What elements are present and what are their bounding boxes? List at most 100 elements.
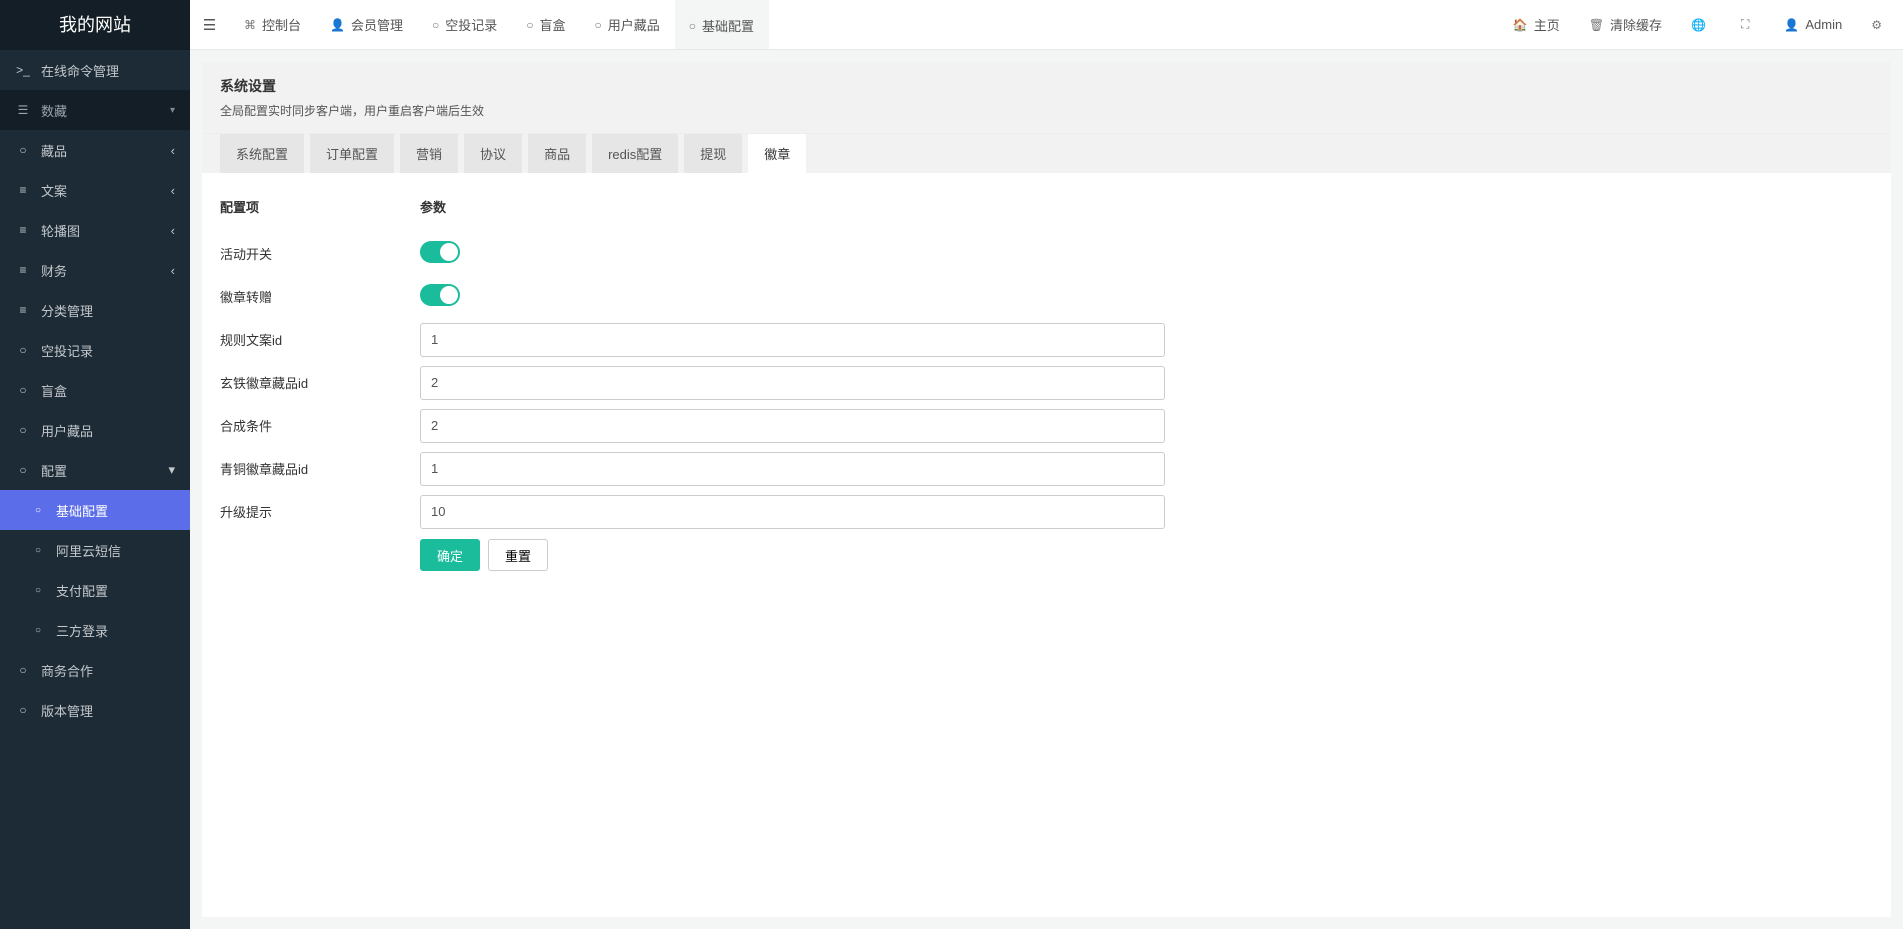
panel-title: 系统设置 (220, 76, 1873, 96)
sidebar-item-category[interactable]: ≡分类管理 (0, 290, 190, 330)
submit-button[interactable]: 确定 (420, 539, 480, 571)
circle-icon: ○ (15, 463, 31, 477)
terminal-icon: >_ (15, 63, 31, 77)
sidebar-item-label: 空投记录 (41, 341, 93, 360)
list-icon: ☰ (15, 103, 31, 117)
synthesis-input[interactable] (420, 409, 1165, 443)
list-icon: ≡ (15, 223, 31, 237)
sidebar-item-label: 文案 (41, 181, 67, 200)
sidebar: 我的网站 >_ 在线命令管理 ☰ 数藏 ▾ ○藏品 ‹ ≡文案 (0, 0, 190, 929)
home-button[interactable]: 🏠 主页 (1499, 0, 1575, 49)
sidebar-item-blindbox[interactable]: ○盲盒 (0, 370, 190, 410)
circle-icon: ○ (15, 143, 31, 157)
tab-goods[interactable]: 商品 (528, 134, 586, 173)
fullscreen-button[interactable]: ⛶ (1727, 0, 1770, 49)
tab-blindbox[interactable]: ○ 盲盒 (512, 0, 580, 49)
xuantie-id-input[interactable] (420, 366, 1165, 400)
row-rule-id: 规则文案id (220, 322, 1873, 357)
lang-button[interactable]: 🌐 (1677, 0, 1727, 49)
sidebar-item-biz[interactable]: ○商务合作 (0, 650, 190, 690)
sidebar-item-baseconfig[interactable]: ○ 基础配置 (0, 490, 190, 530)
sidebar-item-payconfig[interactable]: ○ 支付配置 (0, 570, 190, 610)
upgrade-tip-input[interactable] (420, 495, 1165, 529)
sidebar-item-label: 三方登录 (56, 621, 108, 640)
config-tabs: 系统配置 订单配置 营销 协议 商品 redis配置 提现 徽章 (202, 134, 1891, 173)
tab-member[interactable]: 👤 会员管理 (316, 0, 418, 49)
tab-protocol[interactable]: 协议 (464, 134, 522, 173)
sidebar-item-copy[interactable]: ≡ 文案 ‹ (0, 170, 190, 210)
gear-icon: ⚙ (1871, 18, 1882, 32)
topbar-user-label: Admin (1805, 17, 1842, 32)
sidebar-item-thirdlogin[interactable]: ○ 三方登录 (0, 610, 190, 650)
form-label: 玄铁徽章藏品id (220, 365, 420, 400)
circle-icon: ○ (15, 383, 31, 397)
sidebar-item-label: 在线命令管理 (41, 61, 119, 80)
form-label: 合成条件 (220, 408, 420, 443)
form-label: 升级提示 (220, 494, 420, 529)
list-icon: ≡ (15, 183, 31, 197)
reset-button[interactable]: 重置 (488, 539, 548, 571)
sidebar-item-label: 藏品 (41, 141, 67, 160)
globe-icon: 🌐 (1691, 18, 1706, 32)
chevron-left-icon: ‹ (171, 263, 175, 278)
list-icon: ≡ (15, 303, 31, 317)
tab-console[interactable]: ⌘ 控制台 (230, 0, 316, 49)
sidebar-item-version[interactable]: ○版本管理 (0, 690, 190, 730)
sidebar-item-config[interactable]: ○配置 ▾ (0, 450, 190, 490)
sidebar-item-label: 财务 (41, 261, 67, 280)
tab-marketing[interactable]: 营销 (400, 134, 458, 173)
tab-order[interactable]: 订单配置 (310, 134, 394, 173)
topbar-tab-label: 用户藏品 (608, 15, 660, 34)
tab-system[interactable]: 系统配置 (220, 134, 304, 173)
topbar-action-label: 清除缓存 (1610, 15, 1662, 34)
expand-icon: ⛶ (1741, 17, 1749, 32)
chevron-left-icon: ‹ (171, 183, 175, 198)
tab-badge[interactable]: 徽章 (748, 134, 806, 173)
chevron-down-icon: ▾ (168, 462, 175, 478)
tab-baseconfig[interactable]: ○ 基础配置 (675, 0, 769, 49)
sidebar-item-finance[interactable]: ≡财务 ‹ (0, 250, 190, 290)
home-icon: 🏠 (1513, 18, 1528, 32)
sidebar-item-carousel[interactable]: ≡轮播图 ‹ (0, 210, 190, 250)
circle-icon: ○ (15, 343, 31, 357)
nav: >_ 在线命令管理 ☰ 数藏 ▾ ○藏品 ‹ ≡文案 ‹ ≡轮播图 (0, 50, 190, 929)
chevron-left-icon: ‹ (171, 143, 175, 158)
clear-cache-button[interactable]: 🗑 清除缓存 (1575, 0, 1677, 49)
main: ☰ ⌘ 控制台 👤 会员管理 ○ 空投记录 ○ 盲盒 (190, 0, 1903, 929)
badge-transfer-switch[interactable] (420, 284, 460, 306)
sidebar-item-cmd[interactable]: >_ 在线命令管理 (0, 50, 190, 90)
settings-button[interactable]: ⚙ (1857, 0, 1903, 49)
form-header: 配置项 参数 (220, 189, 1873, 224)
sidebar-item-label: 阿里云短信 (56, 541, 121, 560)
sidebar-group-data[interactable]: ☰ 数藏 ▾ (0, 90, 190, 130)
row-badge-transfer: 徽章转赠 (220, 279, 1873, 314)
user-icon: 👤 (1784, 18, 1799, 32)
menu-toggle-button[interactable]: ☰ (190, 0, 230, 49)
qingtong-id-input[interactable] (420, 452, 1165, 486)
user-menu[interactable]: 👤 Admin (1770, 0, 1857, 49)
sidebar-item-label: 基础配置 (56, 501, 108, 520)
row-activity-switch: 活动开关 (220, 236, 1873, 271)
sidebar-item-label: 数藏 (41, 101, 67, 120)
dashboard-icon: ⌘ (244, 18, 256, 32)
row-xuantie-id: 玄铁徽章藏品id (220, 365, 1873, 400)
rule-id-input[interactable] (420, 323, 1165, 357)
tab-withdraw[interactable]: 提现 (684, 134, 742, 173)
tab-airdrop[interactable]: ○ 空投记录 (418, 0, 512, 49)
chevron-left-icon: ‹ (171, 223, 175, 238)
topbar-tab-label: 空投记录 (445, 15, 497, 34)
sidebar-item-usercollection[interactable]: ○用户藏品 (0, 410, 190, 450)
circle-icon: ○ (595, 18, 602, 32)
activity-switch[interactable] (420, 241, 460, 263)
sidebar-item-collection[interactable]: ○ 藏品 ‹ (0, 130, 190, 170)
circle-icon: ○ (30, 625, 46, 636)
circle-icon: ○ (432, 18, 439, 32)
sidebar-item-alisms[interactable]: ○ 阿里云短信 (0, 530, 190, 570)
bars-icon: ☰ (203, 16, 216, 34)
content-panel: 系统设置 全局配置实时同步客户端，用户重启客户端后生效 系统配置 订单配置 营销… (202, 62, 1891, 917)
form-label: 青铜徽章藏品id (220, 451, 420, 486)
tab-redis[interactable]: redis配置 (592, 134, 678, 173)
topbar-tab-label: 会员管理 (351, 15, 403, 34)
tab-usercollection[interactable]: ○ 用户藏品 (581, 0, 675, 49)
sidebar-item-airdrop[interactable]: ○ 空投记录 (0, 330, 190, 370)
